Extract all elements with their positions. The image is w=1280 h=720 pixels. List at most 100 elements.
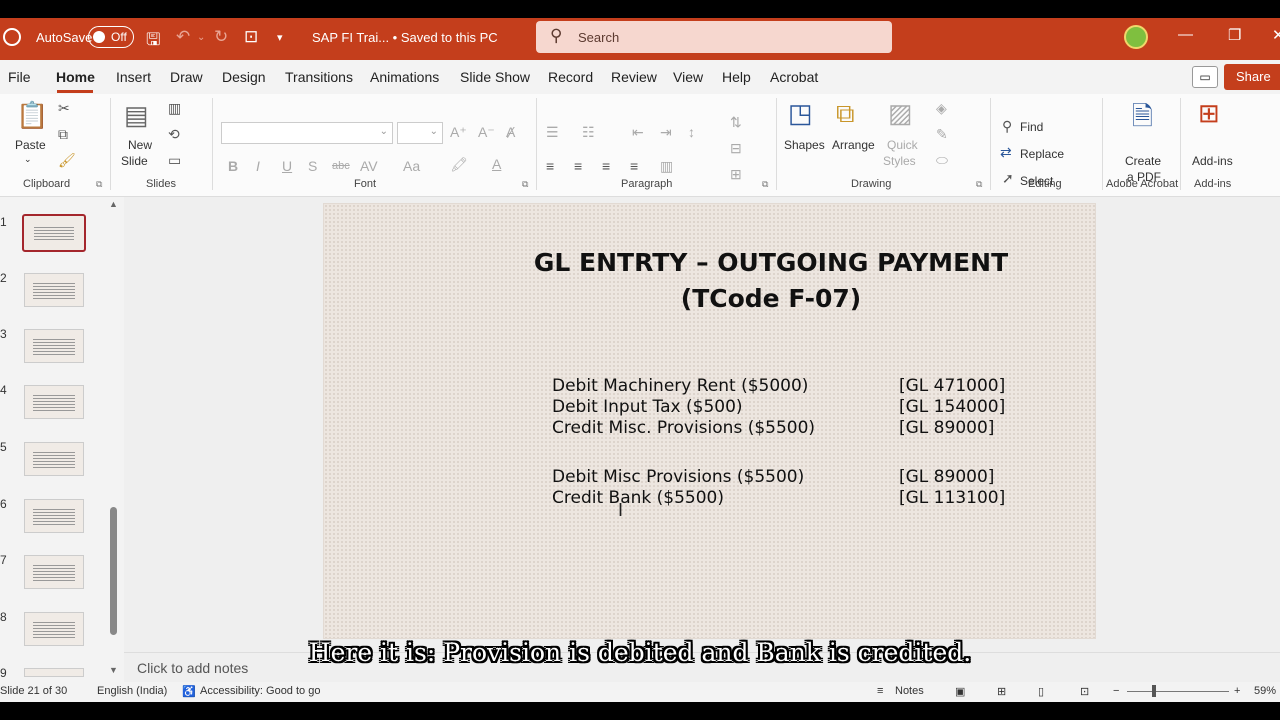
document-title[interactable]: SAP FI Trai... • Saved to this PC xyxy=(312,30,498,45)
share-button[interactable]: Share xyxy=(1224,64,1280,90)
slideshow-icon[interactable]: ⊡ xyxy=(1080,685,1089,698)
slide-thumbnail[interactable] xyxy=(24,555,84,589)
section-icon[interactable]: ▭ xyxy=(168,152,181,169)
user-avatar[interactable] xyxy=(1124,25,1148,49)
search-input[interactable]: Search xyxy=(578,30,619,45)
undo-dropdown-icon[interactable]: ⌄ xyxy=(197,32,205,43)
layout-icon[interactable]: ▥ xyxy=(168,100,181,117)
close-icon[interactable]: ✕ xyxy=(1272,26,1280,44)
reading-view-icon[interactable]: ▯ xyxy=(1038,685,1044,698)
scroll-thumb[interactable] xyxy=(110,507,117,635)
tab-file[interactable]: File xyxy=(8,69,31,85)
strikethrough-button[interactable]: abc xyxy=(332,160,350,172)
tab-review[interactable]: Review xyxy=(611,69,657,85)
clipboard-launcher-icon[interactable]: ⧉ xyxy=(96,179,102,190)
save-icon[interactable]: 🖫 xyxy=(146,27,160,56)
gl-entries-textbox[interactable]: Debit Machinery Rent ($5000) [GL 471000]… xyxy=(552,376,1072,509)
comments-icon[interactable]: ▭ xyxy=(1192,66,1218,88)
shape-outline-icon[interactable]: ✎ xyxy=(936,126,948,143)
normal-view-icon[interactable]: ▣ xyxy=(955,685,965,698)
minimize-icon[interactable]: — xyxy=(1178,26,1193,43)
tab-record[interactable]: Record xyxy=(548,69,593,85)
language-indicator[interactable]: English (India) xyxy=(97,685,167,697)
add-ins-button[interactable]: Add-ins xyxy=(1192,154,1233,168)
align-right-icon[interactable]: ≡ xyxy=(602,158,610,174)
font-size-select[interactable]: ⌄ xyxy=(397,122,443,144)
cut-icon[interactable]: ✂ xyxy=(58,100,70,117)
new-slide-label-2[interactable]: Slide xyxy=(121,154,148,168)
notes-toggle[interactable]: Notes xyxy=(895,685,924,697)
present-icon[interactable]: ⊡ xyxy=(244,27,258,47)
smartart-icon[interactable]: ⊞ xyxy=(730,166,742,183)
tab-draw[interactable]: Draw xyxy=(170,69,203,85)
align-text-icon[interactable]: ⊟ xyxy=(730,140,742,157)
bold-button[interactable]: B xyxy=(228,158,238,174)
format-painter-icon[interactable]: 🖌 xyxy=(58,152,76,169)
zoom-in-icon[interactable]: + xyxy=(1234,685,1240,697)
align-left-icon[interactable]: ≡ xyxy=(546,158,554,174)
select-icon[interactable]: ➚ xyxy=(1002,170,1014,187)
slide-thumbnail-selected[interactable] xyxy=(22,214,86,252)
accessibility-icon[interactable]: ♿ xyxy=(182,685,196,698)
slide-canvas[interactable]: GL ENTRTY – OUTGOING PAYMENT (TCode F-07… xyxy=(323,203,1096,639)
slide-thumbnail[interactable] xyxy=(24,273,84,307)
create-pdf-icon[interactable]: 🗎 xyxy=(1132,98,1153,142)
replace-button[interactable]: Replace xyxy=(1020,147,1064,161)
redo-icon[interactable]: ↻ xyxy=(214,27,228,47)
paragraph-launcher-icon[interactable]: ⧉ xyxy=(762,179,768,190)
slide-sorter-icon[interactable]: ⊞ xyxy=(997,685,1006,698)
numbering-icon[interactable]: ☷ xyxy=(582,124,595,141)
create-pdf-label[interactable]: Create xyxy=(1125,154,1161,168)
reset-icon[interactable]: ⟲ xyxy=(168,126,180,143)
zoom-level[interactable]: 59% xyxy=(1254,685,1276,697)
paste-icon[interactable]: 📋 xyxy=(16,100,48,131)
thumbnail-scrollbar[interactable]: ▲ ▼ xyxy=(108,197,120,677)
text-direction-icon[interactable]: ⇅ xyxy=(730,114,742,131)
new-slide-icon[interactable]: ▤ xyxy=(124,100,149,131)
font-launcher-icon[interactable]: ⧉ xyxy=(522,179,528,190)
find-icon[interactable]: ⚲ xyxy=(1002,118,1012,135)
notes-icon[interactable]: ≡ xyxy=(877,685,883,697)
shape-effects-icon[interactable]: ⬭ xyxy=(936,152,948,169)
undo-icon[interactable]: ↶ xyxy=(176,27,190,47)
arrange-button[interactable]: Arrange xyxy=(832,138,875,152)
slide-thumbnail[interactable] xyxy=(24,668,84,677)
paste-dropdown-icon[interactable]: ⌄ xyxy=(24,154,32,165)
quick-styles-label-2[interactable]: Styles xyxy=(883,154,916,168)
shapes-icon[interactable]: ◳ xyxy=(788,98,813,129)
change-case-button[interactable]: Aa xyxy=(403,158,420,174)
clear-formatting-icon[interactable]: Ⱥ xyxy=(506,124,515,140)
find-button[interactable]: Find xyxy=(1020,120,1043,134)
decrease-indent-icon[interactable]: ⇤ xyxy=(632,124,644,141)
quick-styles-label[interactable]: Quick xyxy=(887,138,918,152)
replace-icon[interactable]: ⇄ xyxy=(1000,144,1012,161)
font-color-icon[interactable]: A xyxy=(492,156,501,172)
italic-button[interactable]: I xyxy=(256,158,260,174)
arrange-icon[interactable]: ⧉ xyxy=(836,98,855,130)
search-box[interactable]: ⚲ Search xyxy=(536,21,892,53)
slide-title-line-1[interactable]: GL ENTRTY – OUTGOING PAYMENT xyxy=(324,248,1218,277)
line-spacing-icon[interactable]: ↕ xyxy=(688,124,695,140)
underline-button[interactable]: U xyxy=(282,158,292,174)
slide-thumbnail[interactable] xyxy=(24,442,84,476)
bullets-icon[interactable]: ☰ xyxy=(546,124,559,141)
character-spacing-button[interactable]: AV xyxy=(360,158,378,174)
accessibility-status[interactable]: Accessibility: Good to go xyxy=(200,685,320,697)
copy-icon[interactable]: ⧉ xyxy=(58,126,68,143)
tab-help[interactable]: Help xyxy=(722,69,751,85)
shape-fill-icon[interactable]: ◈ xyxy=(936,100,947,117)
tab-insert[interactable]: Insert xyxy=(116,69,151,85)
shapes-button[interactable]: Shapes xyxy=(784,138,825,152)
drawing-launcher-icon[interactable]: ⧉ xyxy=(976,179,982,190)
zoom-slider-thumb[interactable] xyxy=(1152,685,1156,697)
tab-animations[interactable]: Animations xyxy=(370,69,439,85)
align-center-icon[interactable]: ≡ xyxy=(574,158,582,174)
paste-button[interactable]: Paste xyxy=(15,138,46,152)
columns-icon[interactable]: ▥ xyxy=(660,158,673,175)
tab-transitions[interactable]: Transitions xyxy=(285,69,353,85)
grow-font-icon[interactable]: A⁺ xyxy=(450,124,467,141)
shadow-button[interactable]: S xyxy=(308,158,317,174)
scroll-up-icon[interactable]: ▲ xyxy=(109,199,118,209)
autosave-toggle[interactable]: Off xyxy=(88,26,134,48)
zoom-out-icon[interactable]: − xyxy=(1113,685,1119,697)
